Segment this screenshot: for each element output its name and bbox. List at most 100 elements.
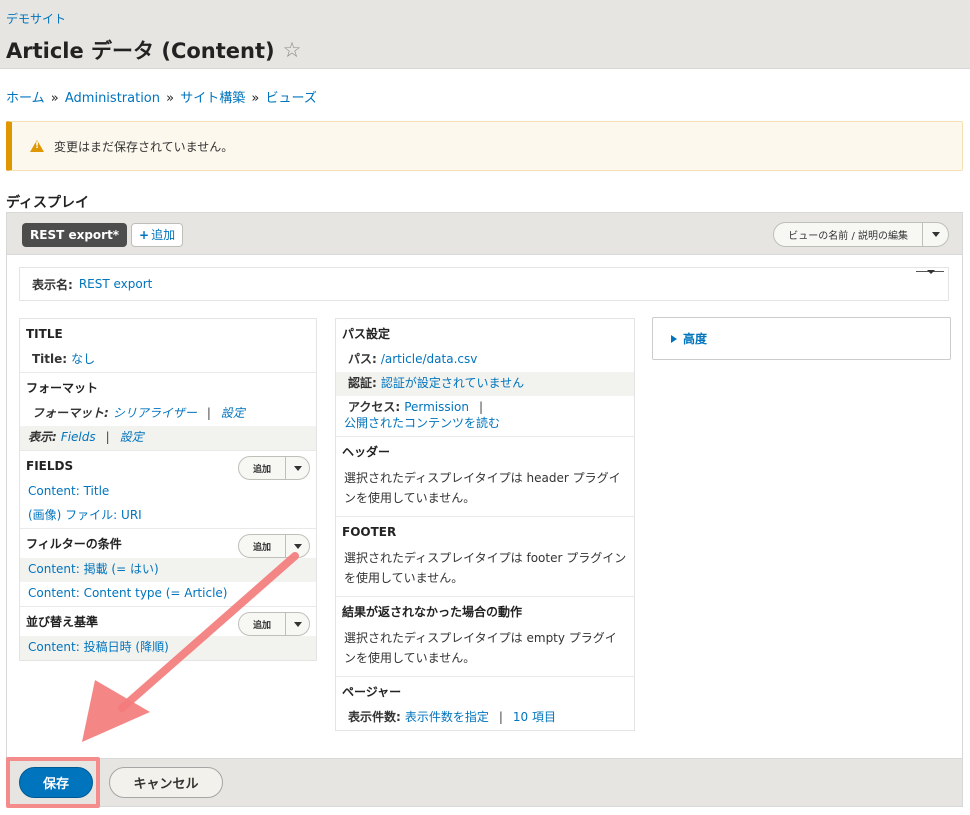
star-icon[interactable]: ☆ (283, 38, 302, 62)
filter-link-content-type[interactable]: Content: Content type (= Article) (28, 586, 227, 600)
bucket-filters: フィルターの条件 追加 Content: 掲載 (= はい) Content: … (20, 529, 316, 607)
display-name-label: 表示名: (32, 277, 73, 292)
warning-text: 変更はまだ保存されていません。 (54, 139, 234, 154)
breadcrumb: ホーム » Administration » サイト構築 » ビューズ (6, 87, 317, 106)
access-value-link[interactable]: Permission (404, 400, 469, 414)
bucket-sort: 並び替え基準 追加 Content: 投稿日時 (降順) (20, 607, 316, 660)
sort-add-toggle[interactable] (285, 613, 309, 635)
column-first: TITLE Title: なし フォーマット フォーマット: シリアライザー | 設定 … (19, 318, 317, 661)
breadcrumb-structure[interactable]: サイト構築 (180, 91, 245, 106)
add-display-label: 追加 (151, 228, 176, 242)
breadcrumb-separator: » (50, 91, 59, 106)
show-settings-link[interactable]: 設定 (120, 430, 144, 444)
bucket-empty: 結果が返されなかった場合の動作 選択されたディスプレイタイプは empty プラ… (336, 597, 634, 677)
page-title-text: Article データ (Content) (6, 39, 275, 63)
display-name-bar: 表示名: REST export (19, 267, 949, 301)
bucket-path-heading: パス設定 (342, 327, 391, 341)
fields-add-toggle[interactable] (285, 457, 309, 479)
pager-row: 表示件数: 表示件数を指定 | 10 項目 (348, 710, 556, 724)
sort-link-created[interactable]: Content: 投稿日時 (降順) (28, 640, 169, 654)
path-row: パス: /article/data.csv (336, 348, 634, 372)
auth-value-link[interactable]: 認証が設定されていません (381, 376, 524, 390)
show-label: 表示: (28, 430, 57, 444)
display-name-link[interactable]: REST export (79, 277, 153, 291)
auth-row: 認証: 認証が設定されていません (336, 372, 634, 396)
advanced-toggle[interactable]: 高度 (652, 317, 951, 360)
bucket-pager-heading: ページャー (342, 685, 402, 699)
pager-items-link[interactable]: 10 項目 (513, 710, 556, 724)
site-name-link[interactable]: デモサイト (6, 10, 964, 27)
access-row: アクセス: Permission | (348, 400, 483, 414)
bucket-header: ヘッダー 選択されたディスプレイタイプは header プラグインを使用していま… (336, 437, 634, 517)
filters-add-button[interactable]: 追加 (239, 540, 285, 553)
pager-value-link[interactable]: 表示件数を指定 (405, 710, 489, 724)
bucket-sort-heading: 並び替え基準 追加 (20, 607, 316, 636)
path-value-link[interactable]: /article/data.csv (381, 352, 478, 366)
edit-view-name-button[interactable]: ビューの名前 / 説明の編集 (774, 227, 922, 242)
filters-add-dropbutton[interactable]: 追加 (237, 534, 310, 558)
filters-heading-text: フィルターの条件 (26, 537, 122, 551)
fields-add-button[interactable]: 追加 (239, 462, 285, 475)
breadcrumb-administration[interactable]: Administration (65, 91, 160, 106)
header-description: 選択されたディスプレイタイプは header プラグインを使用していません。 (344, 471, 621, 505)
bucket-header-heading: ヘッダー (342, 445, 391, 459)
bucket-footer-heading: FOOTER (342, 524, 397, 539)
advanced-label: 高度 (683, 332, 708, 346)
page-header: デモサイト Article データ (Content) ☆ (0, 0, 970, 69)
bucket-empty-heading: 結果が返されなかった場合の動作 (342, 605, 523, 619)
dropbutton-toggle[interactable] (922, 223, 948, 246)
access-row-2: 公開されたコンテンツを読む (336, 415, 634, 436)
field-item: (画像) ファイル: URI (20, 504, 316, 528)
chevron-right-icon (671, 334, 677, 343)
filter-item: Content: 掲載 (= はい) (20, 558, 316, 582)
bucket-filters-heading: フィルターの条件 追加 (20, 529, 316, 558)
auth-label: 認証: (348, 376, 377, 390)
field-link-image-uri[interactable]: (画像) ファイル: URI (28, 508, 142, 522)
displays-heading: ディスプレイ (6, 195, 90, 211)
cancel-button[interactable]: キャンセル (109, 767, 223, 798)
save-button[interactable]: 保存 (19, 767, 93, 798)
display-tabs: REST export* + 追加 ビューの名前 / 説明の編集 (7, 213, 962, 255)
show-value-link[interactable]: Fields (61, 430, 96, 444)
bucket-format: フォーマット フォーマット: シリアライザー | 設定 表示: Fields | 設定 (20, 373, 316, 451)
form-actions: 保存 キャンセル (6, 757, 963, 808)
access-permission-link[interactable]: 公開されたコンテンツを読む (344, 416, 500, 430)
chevron-down-icon (293, 621, 302, 627)
sort-add-button[interactable]: 追加 (239, 618, 285, 631)
warning-icon (30, 140, 44, 152)
footer-description: 選択されたディスプレイタイプは footer プラグインを使用していません。 (344, 551, 627, 585)
column-second: パス設定 パス: /article/data.csv 認証: 認証が設定されていませ… (335, 318, 635, 731)
bucket-title-heading: TITLE (26, 326, 63, 341)
chevron-down-icon (293, 465, 302, 471)
pager-label: 表示件数: (348, 710, 401, 724)
sort-add-dropbutton[interactable]: 追加 (237, 612, 310, 636)
path-label: パス: (348, 352, 377, 366)
breadcrumb-views[interactable]: ビューズ (266, 91, 317, 106)
show-row: 表示: Fields | 設定 (20, 426, 316, 450)
format-settings-link[interactable]: 設定 (221, 406, 245, 420)
add-display-button[interactable]: + 追加 (131, 223, 184, 247)
format-value-link[interactable]: シリアライザー (113, 406, 197, 420)
bucket-fields-heading: FIELDS 追加 (20, 451, 316, 480)
breadcrumb-separator: » (251, 91, 260, 106)
format-label: フォーマット: (32, 406, 109, 420)
tab-rest-export[interactable]: REST export* (22, 223, 128, 247)
filter-link-published[interactable]: Content: 掲載 (= はい) (28, 562, 159, 576)
field-link-title[interactable]: Content: Title (28, 484, 109, 498)
plus-icon: + (139, 228, 150, 242)
breadcrumb-separator: » (166, 91, 175, 106)
filters-add-toggle[interactable] (285, 535, 309, 557)
fields-add-dropbutton[interactable]: 追加 (237, 456, 310, 480)
sort-heading-text: 並び替え基準 (26, 615, 99, 629)
chevron-down-icon (293, 543, 302, 549)
chevron-down-icon (931, 232, 940, 237)
title-value-link[interactable]: なし (71, 352, 95, 366)
bucket-path: パス設定 パス: /article/data.csv 認証: 認証が設定されていませ… (336, 319, 634, 437)
fields-heading-text: FIELDS (26, 458, 74, 473)
breadcrumb-home[interactable]: ホーム (6, 91, 45, 106)
edit-view-name-dropbutton[interactable]: ビューの名前 / 説明の編集 (773, 222, 949, 247)
bucket-format-heading: フォーマット (26, 381, 99, 395)
sort-item: Content: 投稿日時 (降順) (20, 636, 316, 660)
field-item: Content: Title (20, 480, 316, 504)
display-menu-icon[interactable] (916, 270, 944, 274)
